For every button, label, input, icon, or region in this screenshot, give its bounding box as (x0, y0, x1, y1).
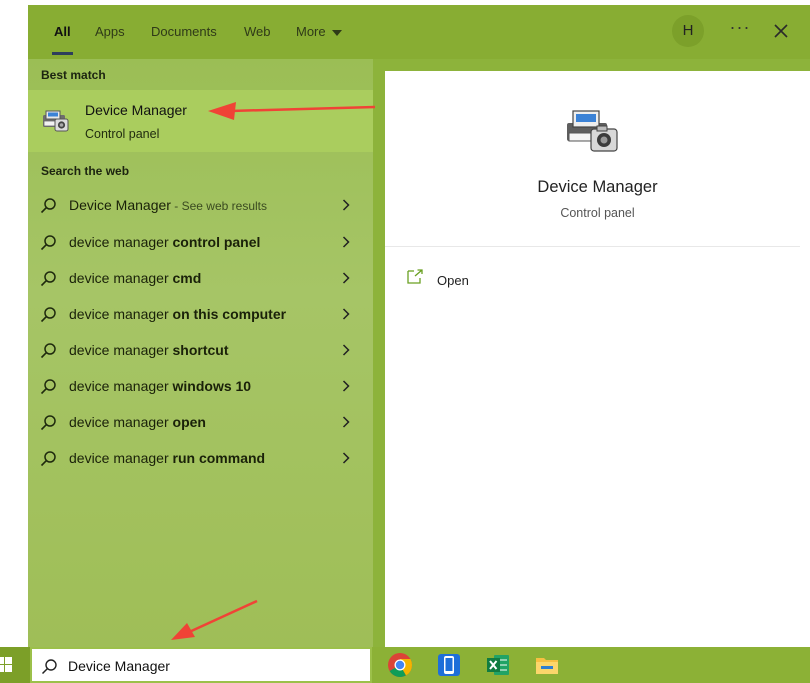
web-result-label: device manager control panel (69, 234, 260, 250)
search-icon (40, 271, 56, 287)
web-result-label: device manager run command (69, 450, 265, 466)
device-manager-icon (43, 110, 69, 132)
web-result-base-text: device manager (69, 234, 173, 250)
web-result-item[interactable]: device manager open (28, 404, 373, 440)
web-result-base-text: Device Manager (69, 197, 171, 213)
web-result-bold-text: run command (172, 450, 266, 466)
web-result-base-text: device manager (69, 342, 173, 358)
web-result-bold-text: open (172, 414, 206, 430)
chevron-right-icon (342, 380, 350, 392)
close-icon[interactable] (770, 20, 792, 42)
web-result-bold-text: on this computer (172, 306, 287, 322)
web-result-hint: See web results (181, 199, 267, 213)
search-icon (40, 415, 56, 431)
start-button[interactable] (0, 647, 30, 683)
more-options-icon[interactable]: ··· (728, 18, 752, 43)
web-result-label: device manager windows 10 (69, 378, 251, 394)
web-result-base-text: device manager (69, 306, 173, 322)
preview-subtitle: Control panel (560, 206, 635, 220)
web-result-bold-text: control panel (172, 234, 261, 250)
search-icon (40, 198, 56, 214)
chevron-right-icon (342, 452, 350, 464)
search-icon (41, 659, 57, 675)
chevron-right-icon (342, 416, 350, 428)
caret-down-icon (331, 29, 342, 36)
search-icon (40, 379, 56, 395)
chevron-right-icon (342, 344, 350, 356)
tab-more-label: More (296, 24, 326, 39)
web-result-base-text: device manager (69, 270, 173, 286)
search-tab-bar: All Apps Documents Web More H ··· (28, 5, 810, 59)
web-result-item[interactable]: device manager control panel (28, 224, 373, 260)
web-result-bold-text: windows 10 (172, 378, 252, 394)
phone-icon[interactable] (436, 652, 462, 678)
results-pane: Best match Device Manager Control panel … (28, 59, 373, 647)
chevron-right-icon (342, 236, 350, 248)
taskbar-search-box[interactable] (30, 647, 372, 683)
web-result-item[interactable]: device manager shortcut (28, 332, 373, 368)
preview-pane: Device Manager Control panel Open (385, 71, 810, 647)
web-result-item[interactable]: device manager run command (28, 440, 373, 476)
web-result-base-text: device manager (69, 378, 173, 394)
tab-apps[interactable]: Apps (95, 5, 125, 59)
chevron-right-icon (342, 308, 350, 320)
web-result-bold-text: cmd (172, 270, 202, 286)
search-flyout: All Apps Documents Web More H ··· Best m… (28, 5, 810, 647)
web-result-label: Device Manager - See web results (69, 197, 267, 213)
web-result-see-results[interactable]: Device Manager - See web results (28, 187, 373, 223)
preview-title: Device Manager (537, 178, 658, 196)
device-manager-icon (567, 110, 618, 152)
web-result-item[interactable]: device manager on this computer (28, 296, 373, 332)
best-match-heading: Best match (41, 68, 106, 82)
taskbar (0, 647, 810, 683)
best-match-title: Device Manager (85, 102, 187, 118)
file-explorer-icon[interactable] (534, 652, 560, 678)
desktop: All Apps Documents Web More H ··· Best m… (0, 0, 810, 683)
open-icon (407, 269, 423, 284)
web-result-label: device manager cmd (69, 270, 201, 286)
web-result-label: device manager shortcut (69, 342, 229, 358)
tab-documents[interactable]: Documents (151, 5, 217, 59)
search-icon (40, 343, 56, 359)
web-result-base-text: device manager (69, 414, 173, 430)
preview-divider (385, 246, 800, 247)
web-result-item[interactable]: device manager windows 10 (28, 368, 373, 404)
web-result-bold-text: shortcut (172, 342, 229, 358)
search-web-heading: Search the web (41, 164, 130, 178)
windows-logo-icon (0, 657, 12, 672)
tab-more[interactable]: More (296, 5, 342, 59)
web-result-separator: - (170, 199, 182, 213)
open-label: Open (437, 273, 469, 288)
chrome-icon[interactable] (387, 652, 413, 678)
excel-icon[interactable] (485, 652, 511, 678)
web-result-label: device manager on this computer (69, 306, 286, 322)
tab-all[interactable]: All (52, 5, 73, 59)
best-match-item[interactable]: Device Manager Control panel (28, 90, 373, 152)
best-match-subtitle: Control panel (85, 127, 160, 141)
web-result-item[interactable]: device manager cmd (28, 260, 373, 296)
web-result-base-text: device manager (69, 450, 173, 466)
search-icon (40, 307, 56, 323)
tab-web[interactable]: Web (244, 5, 271, 59)
search-icon (40, 451, 56, 467)
chevron-right-icon (342, 272, 350, 284)
chevron-right-icon (342, 199, 350, 211)
search-icon (40, 235, 56, 251)
account-avatar[interactable]: H (672, 15, 704, 47)
web-result-label: device manager open (69, 414, 206, 430)
search-input[interactable] (68, 655, 358, 677)
